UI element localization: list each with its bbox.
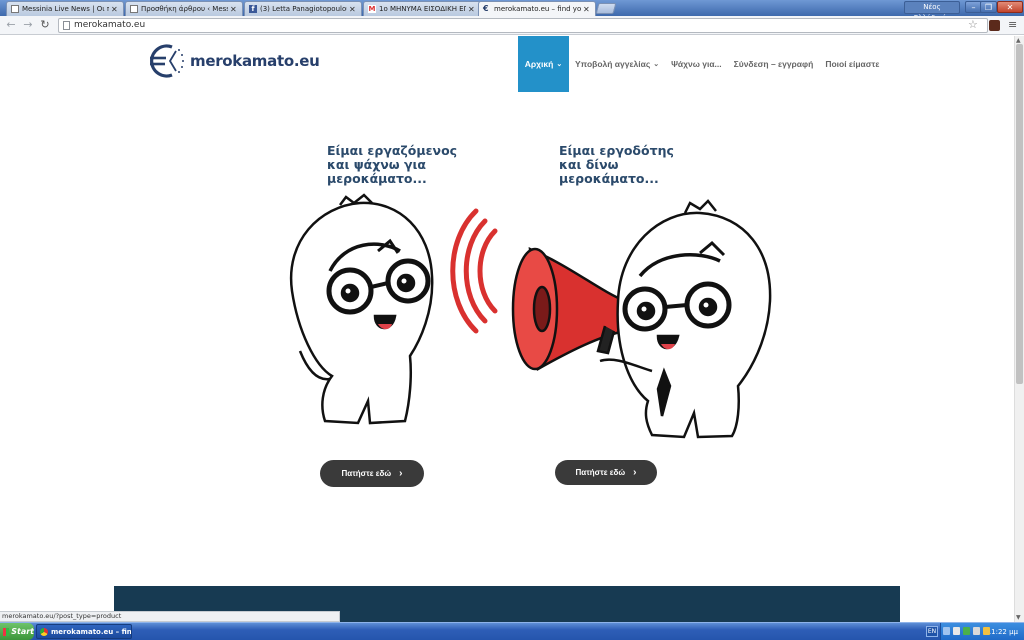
tray-icon[interactable]	[943, 627, 950, 635]
page-icon	[11, 5, 19, 13]
heading-line: Είμαι εργαζόμενος	[327, 143, 458, 158]
tab-facebook[interactable]: f (3) Letta Panagiotopoulou ✕	[244, 1, 362, 16]
tray-icon[interactable]	[983, 627, 990, 635]
close-icon[interactable]: ✕	[111, 5, 119, 14]
sound-waves	[450, 208, 498, 334]
nav-item-label: Ψάχνω για...	[671, 59, 722, 69]
chrome-icon	[40, 627, 48, 636]
tab-label: Messinia Live News | Οι προ...	[22, 5, 109, 13]
page-scrollbar[interactable]: ▲ ▼	[1014, 36, 1024, 622]
heading-line: μεροκάματο...	[559, 171, 659, 186]
chevron-down-icon: ⌄	[653, 61, 660, 68]
tab-merokamato[interactable]: € merokamato.eu – find your d... ✕	[478, 1, 596, 16]
gmail-icon: M	[368, 5, 376, 13]
start-label: Start	[11, 627, 34, 636]
taskbar-item-chrome[interactable]: merokamato.eu – fin...	[36, 624, 132, 639]
new-tab-button[interactable]	[595, 3, 617, 14]
employee-cta-button[interactable]: Πατήστε εδώ ›	[320, 460, 424, 487]
scrollbar-thumb[interactable]	[1016, 44, 1023, 384]
reload-icon[interactable]: ↻	[38, 18, 52, 32]
heading-line: Είμαι εργοδότης	[559, 143, 674, 158]
scroll-down-arrow-icon[interactable]: ▼	[1016, 614, 1021, 621]
tray-icon[interactable]	[953, 627, 960, 635]
browser-toolbar: ← → ↻ merokamato.eu ☆ ≡	[0, 16, 1024, 35]
nav-item-login-register[interactable]: Σύνδεση – εγγραφή	[728, 36, 820, 92]
employer-heading: Είμαι εργοδότης και δίνω μεροκάματο...	[559, 144, 674, 186]
url-text: merokamato.eu	[74, 20, 146, 30]
chevron-right-icon: ›	[399, 468, 403, 479]
menu-icon[interactable]: ≡	[1008, 18, 1017, 31]
tab-strip: Messinia Live News | Οι προ... ✕ Προσθήκ…	[0, 0, 1024, 22]
tab-label: 1o ΜΗΝΥΜΑ ΕΙΣΟΔΙΚΗ ΕΠΙΣ...	[379, 5, 466, 13]
close-icon[interactable]: ✕	[583, 5, 591, 14]
profile-label[interactable]: Νέος Ελλάδικός	[904, 1, 960, 22]
forward-arrow-icon[interactable]: →	[21, 18, 35, 32]
bookmark-star-icon[interactable]: ☆	[968, 18, 978, 31]
start-button[interactable]: Start	[0, 623, 34, 640]
heading-line: και ψάχνω για	[327, 157, 426, 172]
tray-icons	[943, 627, 990, 635]
close-icon[interactable]: ✕	[230, 5, 238, 14]
chevron-right-icon: ›	[633, 467, 637, 478]
button-label: Πατήστε εδώ	[341, 469, 392, 478]
nav-item-label: Αρχική	[524, 59, 554, 69]
web-page: merokamato.eu Αρχική ⌄ Υποβολή αγγελίας ⌄ …	[0, 36, 1014, 622]
nav-item-label: Υποβολή αγγελίας	[575, 59, 651, 69]
clock[interactable]: 11:22 μμ	[987, 628, 1018, 636]
heading-line: μεροκάματο...	[327, 171, 427, 186]
restore-button[interactable]: ❐	[980, 1, 997, 13]
tab-add-article[interactable]: Προσθήκη άρθρου ‹ Messinia ✕	[125, 1, 243, 16]
nav-item-about[interactable]: Ποιοί είμαστε	[819, 36, 885, 92]
nav-item-submit-ad[interactable]: Υποβολή αγγελίας ⌄	[569, 36, 665, 92]
page-icon	[130, 5, 138, 13]
back-arrow-icon[interactable]: ←	[4, 18, 18, 32]
language-indicator[interactable]: EN	[926, 626, 938, 637]
close-window-button[interactable]: ✕	[997, 1, 1023, 13]
tab-messinia-live[interactable]: Messinia Live News | Οι προ... ✕	[6, 1, 124, 16]
nav-item-home[interactable]: Αρχική ⌄	[518, 36, 569, 92]
tab-label: (3) Letta Panagiotopoulou	[260, 5, 347, 13]
employer-character	[599, 199, 772, 439]
chevron-down-icon: ⌄	[556, 61, 563, 68]
employee-heading: Είμαι εργαζόμενος και ψάχνω για μεροκάμα…	[327, 144, 457, 186]
address-bar[interactable]: merokamato.eu	[58, 18, 988, 33]
worker-character	[289, 193, 434, 425]
page-icon	[63, 21, 70, 30]
worker-employer-illustration	[289, 193, 772, 439]
tab-label: merokamato.eu – find your d...	[494, 5, 581, 13]
site-logo[interactable]: merokamato.eu	[146, 41, 320, 81]
close-icon[interactable]: ✕	[468, 5, 476, 14]
status-bar-url: merokamato.eu/?post_type=product	[0, 611, 340, 622]
extension-icon[interactable]	[989, 20, 1000, 31]
megaphone	[511, 247, 627, 372]
close-icon[interactable]: ✕	[349, 5, 357, 14]
windows-taskbar: Start merokamato.eu – fin... EN 11:22 μμ	[0, 622, 1024, 640]
facebook-icon: f	[249, 5, 257, 13]
task-label: merokamato.eu – fin...	[51, 627, 132, 636]
button-label: Πατήστε εδώ	[575, 468, 626, 477]
main-navigation: Αρχική ⌄ Υποβολή αγγελίας ⌄ Ψάχνω για... Σ…	[518, 36, 885, 92]
euro-clock-logo-icon	[150, 44, 184, 78]
employer-cta-button[interactable]: Πατήστε εδώ ›	[555, 460, 657, 485]
tab-gmail[interactable]: M 1o ΜΗΝΥΜΑ ΕΙΣΟΔΙΚΗ ΕΠΙΣ... ✕	[363, 1, 481, 16]
tray-icon[interactable]	[973, 627, 980, 635]
euro-favicon-icon: €	[483, 4, 489, 13]
windows-logo-icon	[3, 627, 10, 636]
nav-item-label: Ποιοί είμαστε	[825, 59, 880, 69]
scroll-up-arrow-icon[interactable]: ▲	[1016, 37, 1021, 44]
tray-icon[interactable]	[963, 627, 970, 635]
tab-label: Προσθήκη άρθρου ‹ Messinia	[141, 5, 228, 13]
nav-item-looking-for[interactable]: Ψάχνω για...	[665, 36, 728, 92]
nav-item-label: Σύνδεση – εγγραφή	[733, 59, 814, 69]
heading-line: και δίνω	[559, 157, 619, 172]
logo-text: merokamato.eu	[190, 52, 320, 70]
